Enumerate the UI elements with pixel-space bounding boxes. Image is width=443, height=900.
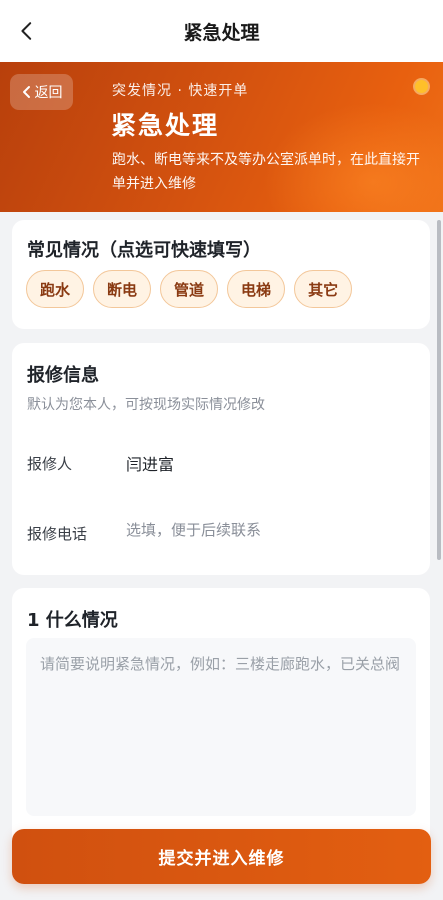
back-button[interactable] <box>14 18 40 44</box>
hero-kicker: 突发情况 · 快速开单 <box>112 83 249 99</box>
scrollbar[interactable] <box>437 220 441 560</box>
hero-banner: 返回 突发情况 · 快速开单 紧急处理 跑水、断电等来不及等办公室派单时，在此直… <box>0 62 443 212</box>
hero-description: 跑水、断电等来不及等办公室派单时，在此直接开单并进入维修 <box>112 152 420 192</box>
chevron-left-icon <box>22 86 30 98</box>
quick-situations-heading: 常见情况（点选可快速填写） <box>27 240 261 261</box>
nav-bar: 紧急处理 <box>0 0 443 62</box>
chip-pipe[interactable]: 管道 <box>160 270 219 308</box>
reporter-label: 报修人 <box>27 455 73 473</box>
situation-heading: 1 什么情况 <box>27 610 118 631</box>
status-dot-icon <box>415 80 428 93</box>
submit-button[interactable]: 提交并进入维修 <box>12 829 431 884</box>
repair-info-card: 报修信息 默认为您本人，可按现场实际情况修改 报修人 闫进富 报修电话 <box>12 343 430 575</box>
phone-input[interactable] <box>126 521 416 539</box>
phone-label: 报修电话 <box>27 525 88 543</box>
hero-back-button[interactable]: 返回 <box>10 74 73 110</box>
hero-title: 紧急处理 <box>111 111 220 140</box>
repair-info-subtitle: 默认为您本人，可按现场实际情况修改 <box>27 397 265 413</box>
quick-chips: 跑水 断电 管道 电梯 其它 <box>26 270 353 308</box>
chip-power-outage[interactable]: 断电 <box>93 270 152 308</box>
chip-elevator[interactable]: 电梯 <box>227 270 286 308</box>
chevron-left-icon <box>21 22 32 40</box>
hero-back-label: 返回 <box>34 85 63 101</box>
repair-info-heading: 报修信息 <box>27 365 99 386</box>
quick-situations-card: 常见情况（点选可快速填写） 跑水 断电 管道 电梯 其它 <box>12 220 430 329</box>
page-title: 紧急处理 <box>183 21 260 44</box>
chip-water-leak[interactable]: 跑水 <box>26 270 85 308</box>
situation-card: 1 什么情况 <box>12 588 430 848</box>
reporter-value[interactable]: 闫进富 <box>126 451 174 475</box>
situation-textarea[interactable] <box>26 638 416 816</box>
chip-other[interactable]: 其它 <box>294 270 353 308</box>
